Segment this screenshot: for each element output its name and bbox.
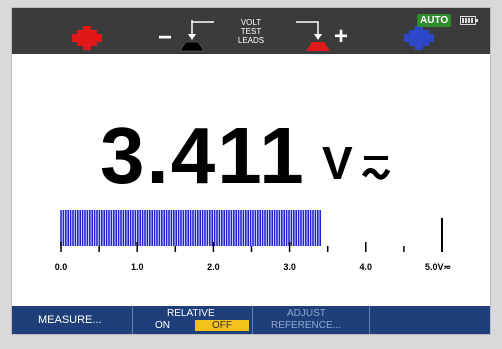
adjust-label-line1: ADJUST	[287, 308, 326, 319]
measure-label: MEASURE...	[38, 314, 102, 326]
ac-dc-icon	[362, 156, 391, 180]
measurement-unit: V	[322, 137, 353, 189]
adjust-label-line2: REFERENCE...	[271, 320, 342, 331]
bar-tick-label: 0.0	[55, 262, 68, 272]
measure-softkey[interactable]: MEASURE...	[12, 306, 132, 334]
blue-input-jack-icon	[404, 26, 434, 50]
battery-icon	[460, 16, 478, 25]
auto-range-badge: AUTO	[417, 14, 452, 27]
black-test-lead-icon	[179, 20, 214, 52]
analog-bar-graph: 0.0 1.0 2.0 3.0 4.0 5.0V≂	[55, 210, 451, 272]
multimeter-screen: − VOLT TEST LEADS + AUTO 3.411 V 0.0 1.0…	[12, 8, 490, 334]
minus-sign: −	[158, 24, 173, 51]
bar-tick-label: 5.0V≂	[425, 262, 451, 272]
relative-on-option: ON	[155, 320, 170, 331]
plus-sign: +	[334, 23, 349, 50]
bar-tick-labels: 0.0 1.0 2.0 3.0 4.0 5.0V≂	[55, 262, 451, 272]
volt-test-leads-label: VOLT TEST LEADS	[228, 18, 274, 45]
red-input-jack-icon	[72, 26, 102, 50]
relative-off-option: OFF	[195, 320, 249, 331]
relative-softkey[interactable]: RELATIVE ON OFF	[133, 306, 252, 334]
softkey-bar: MEASURE... RELATIVE ON OFF ADJUST REFERE…	[12, 306, 490, 334]
lead-label-line: VOLT	[240, 18, 262, 27]
top-status-bar: − VOLT TEST LEADS + AUTO	[12, 8, 490, 54]
bar-tick-label: 1.0	[131, 262, 144, 272]
measurement-value: 3.411	[100, 111, 306, 200]
bar-fill	[60, 210, 322, 246]
lead-label-line: LEADS	[237, 36, 265, 45]
relative-title: RELATIVE	[167, 308, 215, 319]
lead-label-line: TEST	[240, 27, 262, 36]
red-test-lead-icon	[296, 21, 330, 51]
bar-tick-label: 2.0	[207, 262, 220, 272]
empty-softkey[interactable]	[370, 306, 490, 334]
bar-tick-label: 4.0	[360, 262, 373, 272]
bar-tick-label: 3.0	[283, 262, 296, 272]
adjust-reference-softkey[interactable]: ADJUST REFERENCE...	[253, 306, 369, 334]
